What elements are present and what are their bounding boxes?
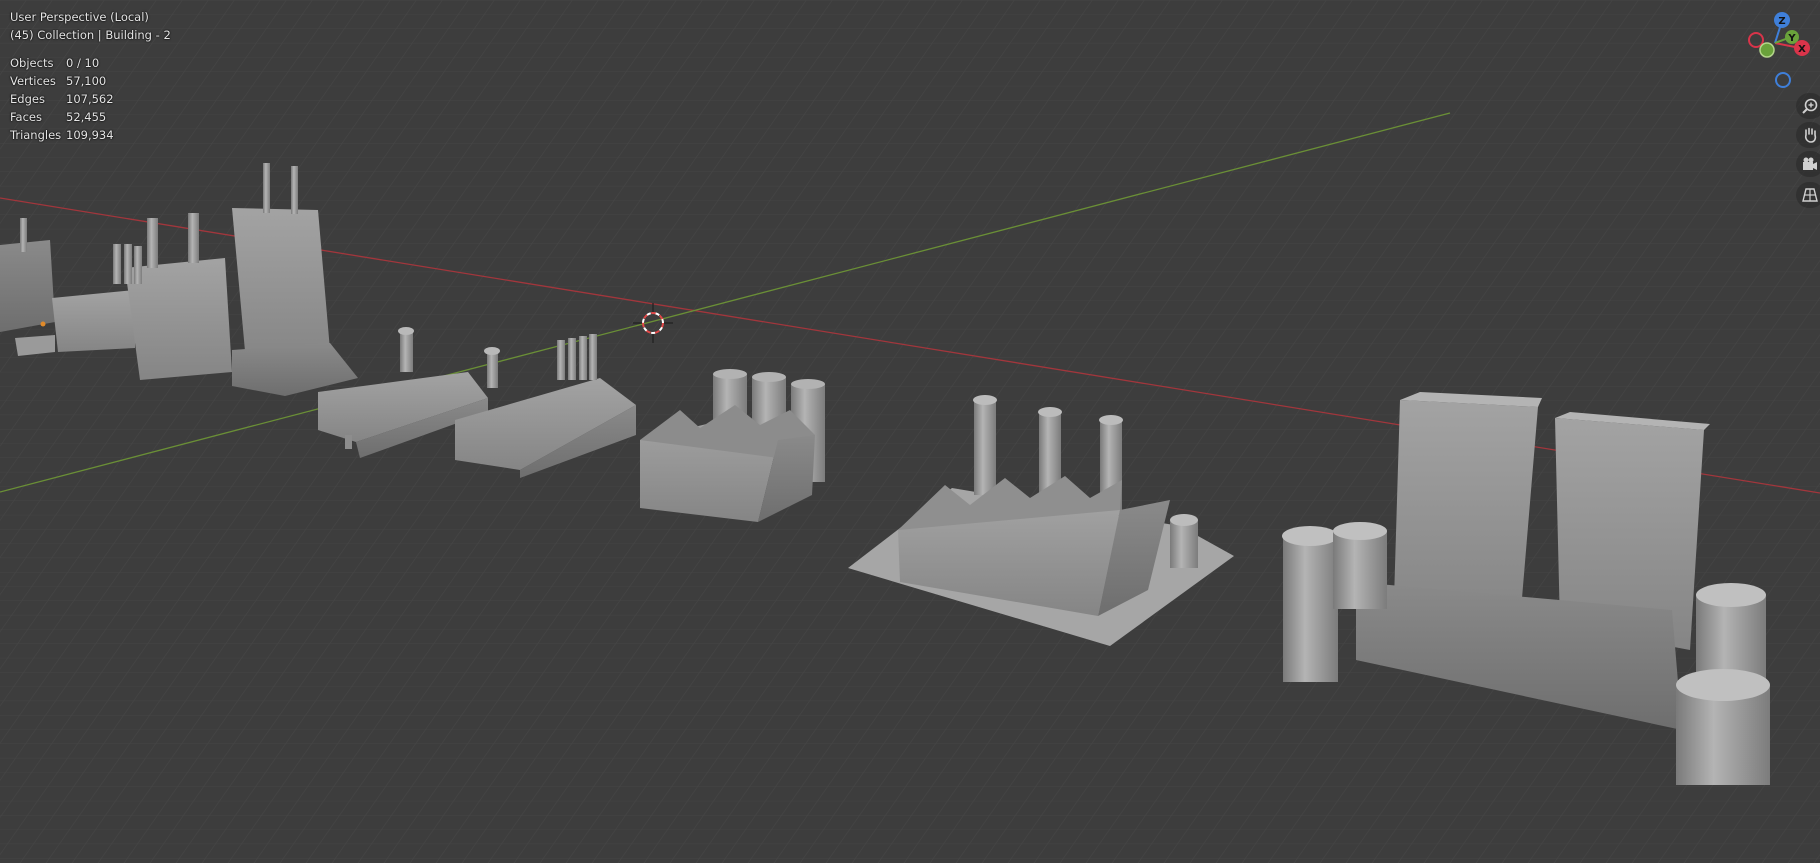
statistics-panel: Objects 0 / 10 Vertices 57,100 Edges 107…	[10, 54, 171, 144]
axis-y-label: Y	[1787, 33, 1796, 44]
stat-row-triangles: Triangles 109,934	[10, 126, 171, 144]
zoom-icon	[1802, 98, 1818, 114]
stat-label: Edges	[10, 92, 45, 106]
axis-z-label: Z	[1778, 16, 1785, 27]
stat-row-vertices: Vertices 57,100	[10, 72, 171, 90]
stat-label: Faces	[10, 110, 42, 124]
stat-value: 57,100	[66, 74, 107, 88]
viewport-scene	[0, 0, 1820, 863]
3d-viewport[interactable]	[0, 0, 1820, 863]
collection-line: (45) Collection | Building - 2	[10, 28, 171, 42]
axis-x-label: X	[1798, 44, 1806, 55]
stat-row-edges: Edges 107,562	[10, 90, 171, 108]
stat-value: 52,455	[66, 110, 107, 124]
axis-x-handle[interactable]: X	[1794, 40, 1810, 56]
stat-value: 109,934	[66, 128, 114, 142]
navigation-gizmo[interactable]: Z Y X	[1745, 10, 1820, 95]
axis-neg-y-handle[interactable]	[1759, 42, 1775, 58]
stat-label: Objects	[10, 56, 54, 70]
grid-floor	[0, 0, 1820, 863]
axis-neg-z-handle[interactable]	[1775, 72, 1791, 88]
hand-icon	[1804, 127, 1817, 143]
axis-z-handle[interactable]: Z	[1774, 12, 1790, 28]
viewport-info-overlay: User Perspective (Local) (45) Collection…	[10, 8, 171, 144]
stat-value: 0 / 10	[66, 56, 100, 70]
stat-value: 107,562	[66, 92, 114, 106]
stat-row-objects: Objects 0 / 10	[10, 54, 171, 72]
view-name: User Perspective (Local)	[10, 10, 149, 24]
grid-icon	[1802, 188, 1818, 202]
stat-label: Triangles	[10, 128, 62, 142]
camera-icon	[1803, 157, 1817, 170]
stat-label: Vertices	[10, 74, 56, 88]
pan-button[interactable]	[1796, 122, 1820, 148]
camera-view-button[interactable]	[1796, 151, 1820, 177]
axis-neg-x-handle[interactable]	[1748, 32, 1764, 48]
perspective-toggle-button[interactable]	[1796, 182, 1820, 208]
zoom-button[interactable]	[1796, 93, 1820, 119]
stat-row-faces: Faces 52,455	[10, 108, 171, 126]
